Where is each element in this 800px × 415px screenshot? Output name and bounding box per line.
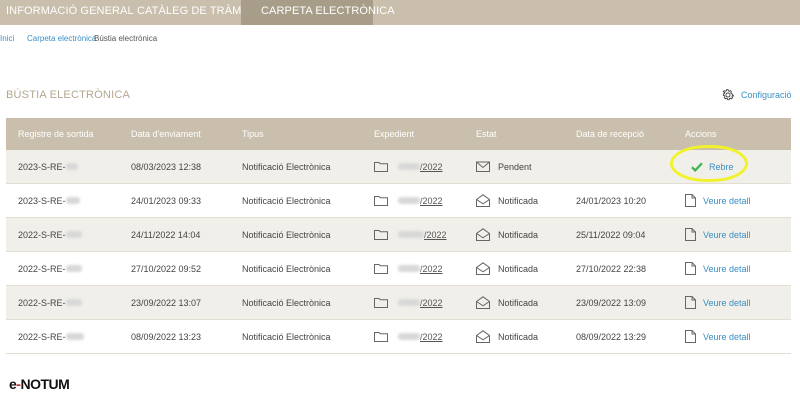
- veure-detall-link[interactable]: Veure detall: [685, 286, 751, 319]
- document-icon: [685, 296, 696, 309]
- tab-carpeta-electronica[interactable]: CARPETA ELECTRÒNICA: [241, 0, 395, 25]
- table-row: 2022-S-RE- 24/11/2022 14:04 Notificació …: [6, 218, 791, 252]
- document-icon: [685, 330, 696, 343]
- table-row: 2022-S-RE- 08/09/2022 13:23 Notificació …: [6, 320, 791, 354]
- estat-cell: Notificada: [476, 184, 538, 217]
- estat-cell: Notificada: [476, 252, 538, 285]
- data-recepcio-cell: 23/09/2022 13:09: [576, 297, 647, 308]
- header-tipus: Tipus: [242, 129, 264, 139]
- envelope-open-icon: [476, 296, 490, 309]
- expedient-cell[interactable]: /2022: [374, 184, 443, 217]
- registre-cell: 2022-S-RE-: [18, 286, 82, 319]
- veure-detall-link[interactable]: Veure detall: [685, 252, 751, 285]
- data-recepcio-cell: 25/11/2022 09:04: [576, 229, 646, 240]
- header-data-enviament: Data d'enviament: [131, 129, 201, 139]
- mailbox-table: Registre de sortida Data d'enviament Tip…: [6, 118, 791, 354]
- table-row: 2022-S-RE- 27/10/2022 09:52 Notificació …: [6, 252, 791, 286]
- data-enviament-cell: 23/09/2022 13:07: [131, 297, 202, 308]
- table-header: Registre de sortida Data d'enviament Tip…: [6, 118, 791, 150]
- tipus-cell: Notificació Electrònica: [242, 195, 331, 206]
- envelope-closed-icon: [476, 161, 490, 172]
- folder-icon: [374, 162, 388, 172]
- estat-cell: Notificada: [476, 320, 538, 353]
- breadcrumb: Inici Carpeta electrònicaBústia electròni…: [0, 34, 157, 43]
- tipus-cell: Notificació Electrònica: [242, 229, 331, 240]
- folder-icon: [374, 196, 388, 206]
- page-title: BÚSTIA ELECTRÒNICA: [6, 89, 131, 101]
- expedient-link[interactable]: /2022: [420, 332, 443, 342]
- registre-cell: 2022-S-RE-: [18, 320, 84, 353]
- veure-detall-link[interactable]: Veure detall: [685, 218, 751, 251]
- tipus-cell: Notificació Electrònica: [242, 263, 331, 274]
- registre-cell: 2023-S-RE-: [18, 150, 78, 183]
- folder-icon: [374, 230, 388, 240]
- expedient-cell[interactable]: /2022: [374, 252, 443, 285]
- top-navigation: INFORMACIÓ GENERAL CATÀLEG DE TRÀMITS CA…: [0, 0, 800, 25]
- expedient-link[interactable]: /2022: [420, 264, 443, 274]
- document-icon: [685, 194, 696, 207]
- config-label: Configuració: [741, 90, 792, 100]
- data-enviament-cell: 27/10/2022 09:52: [131, 263, 202, 274]
- tipus-cell: Notificació Electrònica: [242, 331, 331, 342]
- folder-icon: [374, 332, 388, 342]
- expedient-link[interactable]: /2022: [420, 298, 443, 308]
- envelope-open-icon: [476, 262, 490, 275]
- breadcrumb-carpeta[interactable]: Carpeta electrònica: [27, 34, 96, 43]
- table-row: 2022-S-RE- 23/09/2022 13:07 Notificació …: [6, 286, 791, 320]
- header-expedient: Expedient: [374, 129, 415, 139]
- gear-icon: [722, 89, 735, 101]
- enotum-logo: e-NOTUM: [9, 376, 70, 392]
- tipus-cell: Notificació Electrònica: [242, 297, 331, 308]
- veure-detall-link[interactable]: Veure detall: [685, 184, 751, 217]
- registre-cell: 2023-S-RE-: [18, 184, 80, 217]
- header-data-recepcio: Data de recepció: [576, 129, 645, 139]
- estat-cell: Pendent: [476, 150, 532, 183]
- document-icon: [685, 228, 696, 241]
- envelope-open-icon: [476, 228, 490, 241]
- expedient-cell[interactable]: /2022: [374, 286, 443, 319]
- folder-icon: [374, 298, 388, 308]
- header-registre: Registre de sortida: [18, 129, 94, 139]
- folder-icon: [374, 264, 388, 274]
- data-enviament-cell: 08/09/2022 13:23: [131, 331, 202, 342]
- envelope-open-icon: [476, 330, 490, 343]
- data-enviament-cell: 08/03/2023 12:38: [131, 161, 202, 172]
- document-icon: [685, 262, 696, 275]
- veure-detall-link[interactable]: Veure detall: [685, 320, 751, 353]
- expedient-link[interactable]: /2022: [424, 230, 447, 240]
- registre-cell: 2022-S-RE-: [18, 252, 82, 285]
- expedient-cell[interactable]: /2022: [374, 320, 443, 353]
- tab-informacio-general[interactable]: INFORMACIÓ GENERAL: [0, 0, 134, 25]
- config-link[interactable]: Configuració: [721, 88, 792, 102]
- breadcrumb-inici[interactable]: Inici: [0, 34, 27, 43]
- registre-cell: 2022-S-RE-: [18, 218, 82, 251]
- data-recepcio-cell: 08/09/2022 13:29: [576, 331, 647, 342]
- expedient-link[interactable]: /2022: [420, 196, 443, 206]
- data-enviament-cell: 24/01/2023 09:33: [131, 195, 202, 206]
- breadcrumb-current: Bústia electrònica: [94, 34, 158, 43]
- data-enviament-cell: 24/11/2022 14:04: [131, 229, 201, 240]
- table-row: 2023-S-RE- 24/01/2023 09:33 Notificació …: [6, 184, 791, 218]
- header-estat: Estat: [476, 129, 497, 139]
- highlight-circle: [670, 145, 748, 182]
- expedient-cell[interactable]: /2022: [374, 218, 447, 251]
- data-recepcio-cell: 24/01/2023 10:20: [576, 195, 647, 206]
- tipus-cell: Notificació Electrònica: [242, 161, 331, 172]
- estat-cell: Notificada: [476, 218, 538, 251]
- estat-cell: Notificada: [476, 286, 538, 319]
- envelope-open-icon: [476, 194, 490, 207]
- expedient-link[interactable]: /2022: [420, 162, 443, 172]
- tab-cataleg-tramits[interactable]: CATÀLEG DE TRÀMITS: [113, 0, 259, 25]
- expedient-cell[interactable]: /2022: [374, 150, 443, 183]
- data-recepcio-cell: 27/10/2022 22:38: [576, 263, 647, 274]
